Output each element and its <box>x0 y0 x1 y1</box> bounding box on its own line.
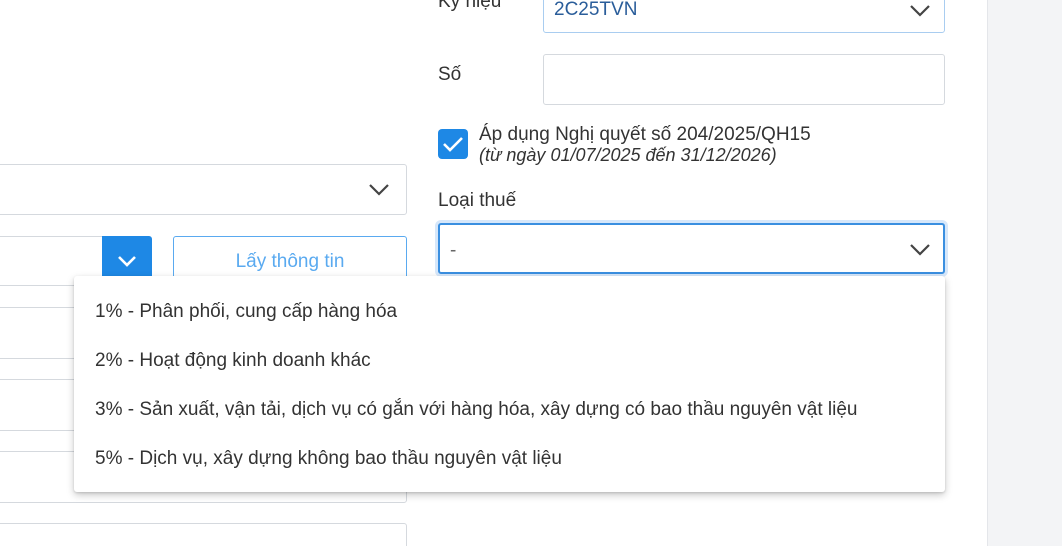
tax-option-3pct[interactable]: 3% - Sản xuất, vận tải, dịch vụ có gắn v… <box>74 385 945 434</box>
symbol-label: Ký hiệu <box>438 0 502 12</box>
symbol-select[interactable]: 2C25TVN <box>543 0 945 33</box>
chevron-down-icon <box>368 183 390 197</box>
tax-type-select-value: - <box>450 240 457 261</box>
resolution-note: (từ ngày 01/07/2025 đến 31/12/2026) <box>479 145 777 165</box>
left-select-field[interactable] <box>0 164 407 215</box>
resolution-checkbox[interactable] <box>438 129 468 159</box>
tax-option-5pct[interactable]: 5% - Dịch vụ, xây dựng không bao thầu ng… <box>74 434 945 483</box>
resolution-label: Áp dụng Nghị quyết số 204/2025/QH15 <box>479 124 811 145</box>
page-side-gutter <box>987 0 1062 546</box>
tax-option-1pct[interactable]: 1% - Phân phối, cung cấp hàng hóa <box>74 287 945 336</box>
tax-type-label: Loại thuế <box>438 190 517 211</box>
number-label: Số <box>438 64 462 85</box>
checkmark-icon <box>443 137 463 152</box>
tax-type-dropdown-menu: 1% - Phân phối, cung cấp hàng hóa 2% - H… <box>74 276 945 492</box>
chevron-down-icon <box>909 4 931 18</box>
chevron-down-icon <box>909 243 931 257</box>
left-field-4[interactable] <box>0 523 407 546</box>
symbol-select-value: 2C25TVN <box>554 0 638 20</box>
tax-option-2pct[interactable]: 2% - Hoạt động kinh doanh khác <box>74 336 945 385</box>
tax-type-select[interactable]: - <box>438 223 945 274</box>
number-input[interactable] <box>543 54 945 105</box>
